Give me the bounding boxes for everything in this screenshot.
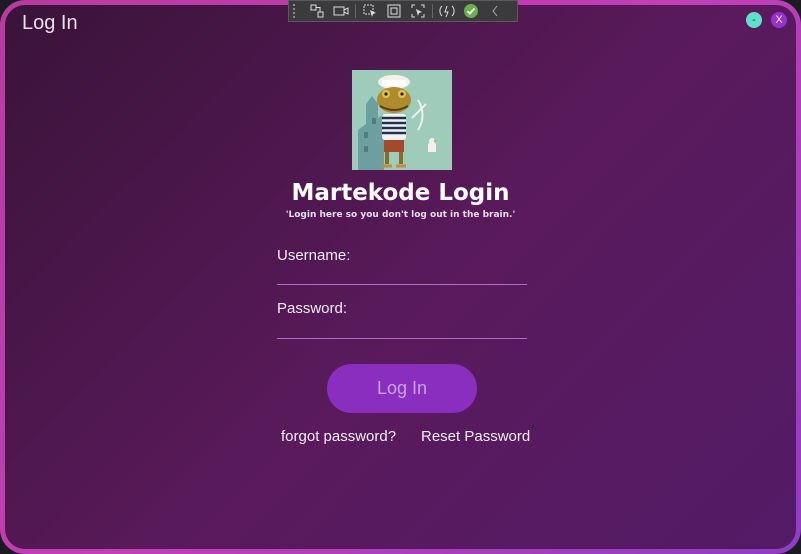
app-logo — [352, 70, 452, 170]
forgot-password-link[interactable]: forgot password? — [281, 428, 396, 445]
password-label: Password: — [277, 300, 348, 317]
live-visual-tree-icon[interactable] — [307, 2, 327, 20]
login-button[interactable]: Log In — [327, 364, 477, 413]
close-button[interactable]: X — [771, 12, 787, 28]
check-icon[interactable] — [461, 2, 481, 20]
grip-icon[interactable] — [293, 4, 301, 18]
reset-password-link[interactable]: Reset Password — [421, 428, 530, 445]
camera-icon[interactable] — [331, 2, 351, 20]
login-title: Martekode Login — [291, 180, 510, 206]
frog-sailor-illustration — [352, 70, 452, 170]
select-element-icon[interactable] — [360, 2, 380, 20]
minimize-button[interactable]: - — [746, 12, 762, 28]
window-title: Log In — [22, 12, 78, 34]
toolbar-separator — [432, 4, 433, 18]
login-subtitle: 'Login here so you don't log out in the … — [285, 210, 516, 220]
track-focus-icon[interactable] — [408, 2, 428, 20]
username-input[interactable] — [277, 262, 527, 285]
hot-reload-icon[interactable] — [437, 2, 457, 20]
debug-toolbar — [288, 0, 518, 22]
password-input[interactable] — [277, 316, 527, 339]
collapse-chevron-icon[interactable] — [485, 2, 505, 20]
toolbar-separator — [355, 4, 356, 18]
layout-adorners-icon[interactable] — [384, 2, 404, 20]
